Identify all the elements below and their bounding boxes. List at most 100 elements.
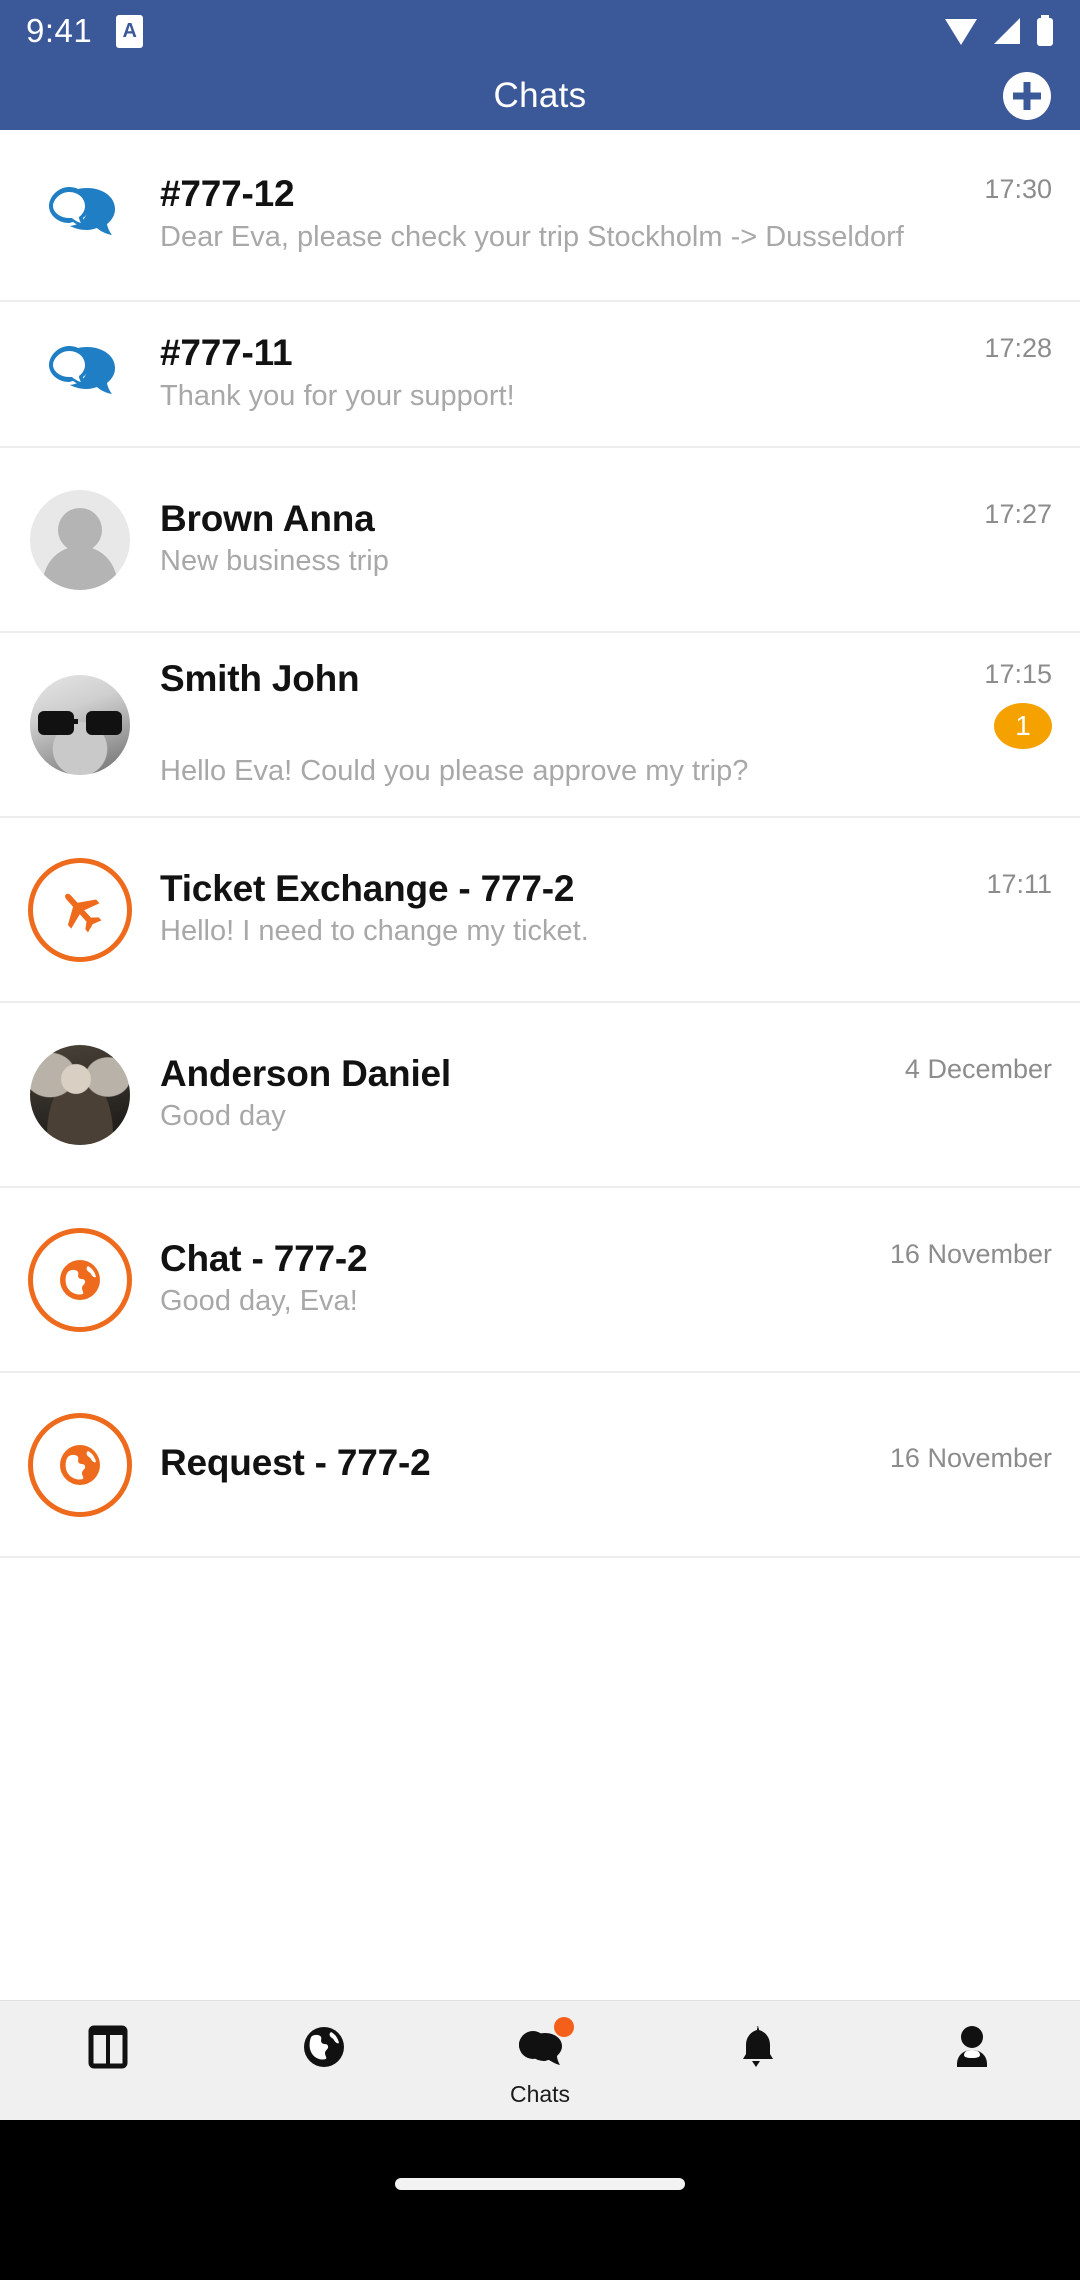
chat-list-item[interactable]: Ticket Exchange - 777-2 17:11 Hello! I n… [0,818,1080,1003]
nav-item-profile[interactable] [864,2001,1080,2121]
wifi-icon [944,16,978,46]
nav-label: Chats [509,2081,571,2107]
globe-icon [298,2021,350,2073]
chat-leading-icon [0,302,160,446]
bell-icon [730,2021,782,2073]
chat-preview: Thank you for your support! [160,379,515,412]
chat-title: Chat - 777-2 [160,1237,368,1279]
chat-content: Anderson Daniel 4 December Good day [160,1053,1080,1136]
chat-content: Smith John 17:15 1 Hello Eva! Could you … [160,658,1080,790]
status-bar: 9:41 A [0,0,1080,62]
chat-content: #777-11 17:28 Thank you for your support… [160,332,1080,415]
chat-preview: Hello Eva! Could you please approve my t… [160,754,749,787]
nav-item-notifications[interactable] [648,2001,864,2121]
chat-timestamp: 17:30 [984,174,1052,205]
avatar-sunglasses [38,710,122,735]
bottom-navigation[interactable]: Chats [0,2000,1080,2120]
chat-list-item[interactable]: Smith John 17:15 1 Hello Eva! Could you … [0,633,1080,818]
chat-top-row: Anderson Daniel 4 December [160,1053,1052,1094]
chat-title: #777-11 [160,332,293,374]
chat-content: Ticket Exchange - 777-2 17:11 Hello! I n… [160,868,1080,951]
chat-content: Request - 777-2 16 November [160,1442,1080,1487]
chat-content: #777-12 17:30 Dear Eva, please check you… [160,173,1080,256]
airplane-circle-icon [28,857,132,962]
chat-top-row: Smith John 17:15 1 [160,658,1052,749]
chat-preview: New business trip [160,545,389,578]
chat-title: Request - 777-2 [160,1441,431,1483]
person-icon [946,2021,998,2073]
chat-preview: Hello! I need to change my ticket. [160,915,589,948]
avatar-body-shape [43,545,117,590]
chat-list-item[interactable]: #777-12 17:30 Dear Eva, please check you… [0,130,1080,302]
signal-icon [992,16,1022,46]
avatar [30,674,130,775]
chat-content: Brown Anna 17:27 New business trip [160,498,1080,581]
globe-circle-icon [28,1227,132,1332]
chat-meta: 17:28 [964,332,1052,364]
chat-timestamp: 17:11 [986,868,1052,899]
chat-content: Chat - 777-2 16 November Good day, Eva! [160,1238,1080,1321]
chat-preview: Good day, Eva! [160,1285,358,1318]
avatar [30,489,130,590]
chat-meta: 17:30 [964,173,1052,205]
chat-top-row: Chat - 777-2 16 November [160,1238,1052,1279]
battery-icon [1036,15,1054,47]
chat-list-item[interactable]: #777-11 17:28 Thank you for your support… [0,302,1080,448]
app-root: 9:41 A Chats #777-12 17:30 Dear Eva, ple… [0,0,1080,2280]
chat-top-row: Ticket Exchange - 777-2 17:11 [160,868,1052,909]
chat-meta: 17:27 [964,498,1052,530]
nav-item-chats[interactable]: Chats [432,2001,648,2121]
page-title: Chats [493,76,587,115]
chat-title: Smith John [160,658,360,700]
chat-title: Ticket Exchange - 777-2 [160,867,575,909]
app-header: Chats [0,62,1080,130]
chat-meta: 16 November [870,1442,1052,1474]
chat-timestamp: 17:28 [984,333,1052,364]
chat-preview: Good day [160,1100,286,1133]
chat-timestamp: 4 December [904,1053,1052,1084]
chat-list[interactable]: #777-12 17:30 Dear Eva, please check you… [0,130,1080,2120]
chat-top-row: #777-12 17:30 [160,173,1052,214]
chat-top-row: Request - 777-2 16 November [160,1442,1052,1483]
chat-meta: 17:11 [966,868,1052,900]
app-notification-letter: A [122,20,137,42]
chat-leading-icon [0,130,160,300]
chat-leading-icon [0,1188,160,1371]
chat-leading-icon [0,1003,160,1186]
chat-leading-icon [0,448,160,631]
chat-list-item[interactable]: Brown Anna 17:27 New business trip [0,448,1080,633]
chat-list-item[interactable]: Anderson Daniel 4 December Good day [0,1003,1080,1188]
chat-list-item[interactable]: Request - 777-2 16 November [0,1373,1080,1558]
chat-leading-icon [0,633,160,816]
unread-badge: 1 [994,702,1052,749]
chat-leading-icon [0,1373,160,1556]
chat-timestamp: 16 November [889,1238,1052,1269]
chat-meta: 4 December [885,1053,1052,1085]
chat-list-item[interactable]: Chat - 777-2 16 November Good day, Eva! [0,1188,1080,1373]
dashboard-icon [82,2021,134,2073]
chat-leading-icon [0,818,160,1001]
nav-item-globe[interactable] [216,2001,432,2121]
system-gesture-bar [0,2120,1080,2280]
chat-title: Anderson Daniel [160,1052,451,1094]
chat-top-row: #777-11 17:28 [160,332,1052,373]
chat-timestamp: 17:27 [984,498,1052,529]
chat-meta: 16 November [870,1238,1052,1270]
chat-timestamp: 16 November [889,1442,1052,1473]
home-indicator[interactable] [395,2178,685,2190]
chat-bubbles-icon [41,180,119,250]
chat-title: #777-12 [160,173,295,215]
nav-unread-dot [554,2017,574,2037]
nav-item-dashboard[interactable] [0,2001,216,2121]
plus-circle-icon[interactable] [1002,71,1052,121]
status-bar-indicators [944,15,1054,47]
chat-bubbles-icon [41,339,119,409]
chats-icon [514,2017,574,2073]
chat-top-row: Brown Anna 17:27 [160,498,1052,539]
chat-timestamp: 17:15 [984,659,1052,690]
status-bar-clock: 9:41 [26,12,93,49]
chat-meta: 17:15 1 [964,658,1052,749]
chat-title: Brown Anna [160,497,375,539]
avatar-sunglasses-bridge [66,718,78,724]
globe-circle-icon [28,1412,132,1517]
